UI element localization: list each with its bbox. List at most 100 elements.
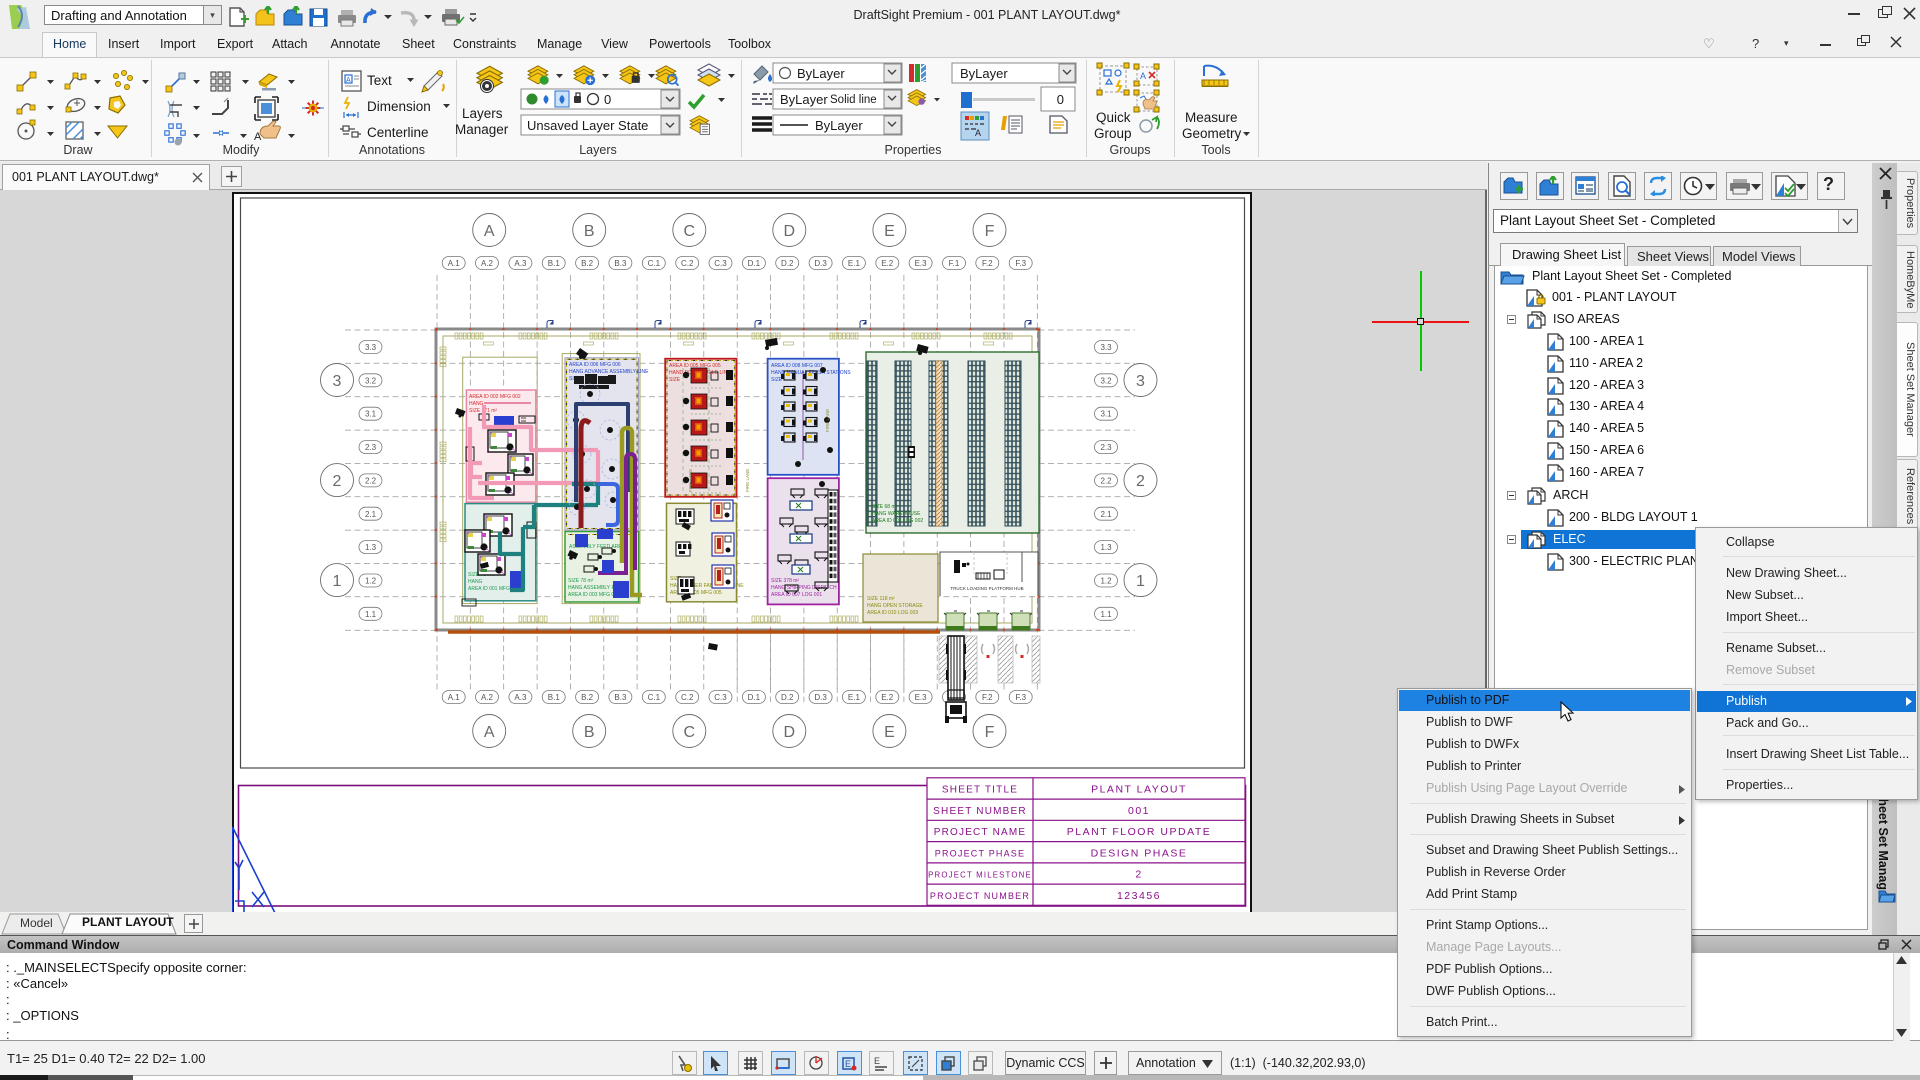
svg-text:E.2: E.2 <box>881 693 894 702</box>
svg-text:C.3: C.3 <box>714 259 727 268</box>
svg-text:HANG ADVANCE ASSEMBLY LINE: HANG ADVANCE ASSEMBLY LINE <box>569 369 649 375</box>
svg-text:C.1: C.1 <box>648 259 661 268</box>
svg-text:B: B <box>584 223 595 240</box>
svg-text:SIZE 118 m²: SIZE 118 m² <box>867 596 895 602</box>
svg-text:A.1: A.1 <box>448 693 461 702</box>
svg-text:1: 1 <box>1136 573 1145 590</box>
svg-text:3: 3 <box>1136 373 1145 390</box>
svg-text:TRUCK LOADING PLATFORM HUB: TRUCK LOADING PLATFORM HUB <box>950 586 1023 591</box>
svg-text:Manager: Manager <box>455 122 509 137</box>
svg-text:A: A <box>1140 71 1146 81</box>
svg-text:AREA ID 007 LOG 001: AREA ID 007 LOG 001 <box>771 592 822 598</box>
svg-text:ByLayer: ByLayer <box>815 118 863 133</box>
svg-text:3.3: 3.3 <box>1100 343 1112 352</box>
svg-text:A.1: A.1 <box>448 259 461 268</box>
svg-text:SIZE: SIZE <box>669 377 681 383</box>
svg-text:123456: 123456 <box>1117 890 1161 902</box>
svg-text:1.2: 1.2 <box>1100 577 1112 586</box>
svg-text:E.3: E.3 <box>915 693 928 702</box>
svg-text:D.2: D.2 <box>781 693 794 702</box>
svg-text:E.2: E.2 <box>881 259 894 268</box>
svg-text:ByLayer: ByLayer <box>780 92 828 107</box>
svg-text:D.1: D.1 <box>748 693 761 702</box>
svg-text:E: E <box>845 1059 851 1069</box>
svg-text:C.2: C.2 <box>681 693 694 702</box>
svg-text:0: 0 <box>1057 92 1064 107</box>
svg-text:A.3: A.3 <box>514 259 527 268</box>
svg-text:D.2: D.2 <box>781 259 794 268</box>
svg-text:1.1: 1.1 <box>1100 610 1112 619</box>
svg-text:AREA ID 002 MFG 002: AREA ID 002 MFG 002 <box>469 394 521 400</box>
svg-text:B.3: B.3 <box>614 259 627 268</box>
svg-text:AREA ID 003 MFG 003: AREA ID 003 MFG 003 <box>568 592 620 598</box>
svg-text:2.2: 2.2 <box>365 476 377 485</box>
svg-text:PLANT FLOOR UPDATE: PLANT FLOOR UPDATE <box>1067 826 1211 838</box>
svg-text:3.2: 3.2 <box>365 376 377 385</box>
svg-text:F: F <box>985 223 995 240</box>
svg-text:Text: Text <box>367 73 392 88</box>
svg-text:Dimension: Dimension <box>367 99 431 114</box>
svg-text:3.1: 3.1 <box>365 410 377 419</box>
svg-text:ByLayer: ByLayer <box>960 66 1008 81</box>
svg-text:E: E <box>884 223 895 240</box>
svg-text:HANG: HANG <box>468 579 483 585</box>
svg-text:C: C <box>684 223 696 240</box>
svg-text:B.1: B.1 <box>548 259 561 268</box>
svg-text:3: 3 <box>333 373 342 390</box>
svg-text:F.3: F.3 <box>1015 693 1026 702</box>
svg-text:PROJECT MILESTONE: PROJECT MILESTONE <box>928 871 1032 880</box>
svg-text:Solid line: Solid line <box>830 94 877 106</box>
svg-text:E.3: E.3 <box>915 259 928 268</box>
svg-text:AREA ID 009 LOG 002: AREA ID 009 LOG 002 <box>872 518 923 524</box>
svg-text:C.3: C.3 <box>714 693 727 702</box>
svg-text:C.1: C.1 <box>648 693 661 702</box>
svg-text:D: D <box>784 724 796 741</box>
svg-text:F.2: F.2 <box>982 693 993 702</box>
svg-text:Measure: Measure <box>1185 110 1238 125</box>
svg-text:Group: Group <box>1094 126 1132 141</box>
svg-text:3.2: 3.2 <box>1100 376 1112 385</box>
svg-text:2: 2 <box>1135 869 1142 881</box>
svg-text:A.3: A.3 <box>514 693 527 702</box>
svg-text:A.2: A.2 <box>481 693 494 702</box>
svg-text:B.1: B.1 <box>548 693 561 702</box>
svg-text:C.2: C.2 <box>681 259 694 268</box>
svg-text:B.2: B.2 <box>581 693 594 702</box>
svg-text:E.1: E.1 <box>848 693 861 702</box>
svg-text:D: D <box>784 223 796 240</box>
svg-text:SIZE 68 m²: SIZE 68 m² <box>872 504 898 510</box>
svg-text:F.3: F.3 <box>1015 259 1026 268</box>
svg-text:PROJECT PHASE: PROJECT PHASE <box>935 848 1025 858</box>
svg-text:PLANT LAYOUT: PLANT LAYOUT <box>1091 784 1187 796</box>
svg-text:SHEET TITLE: SHEET TITLE <box>942 785 1018 796</box>
svg-text:AREA ID 006 MFG 006: AREA ID 006 MFG 006 <box>569 362 621 368</box>
svg-text:2.3: 2.3 <box>365 443 377 452</box>
svg-text:SIZE 378 m²: SIZE 378 m² <box>771 578 799 584</box>
svg-text:1: 1 <box>333 573 342 590</box>
svg-text:HANG WAREHOUSE: HANG WAREHOUSE <box>872 511 921 517</box>
svg-text:F: F <box>985 724 995 741</box>
svg-text:001: 001 <box>1128 805 1150 817</box>
svg-text:Layers: Layers <box>462 106 503 121</box>
svg-text:2: 2 <box>1136 473 1145 490</box>
svg-text:A: A <box>254 131 262 143</box>
svg-text:SHEET NUMBER: SHEET NUMBER <box>933 806 1027 817</box>
svg-text:Quick: Quick <box>1096 110 1131 125</box>
svg-text:Unsaved Layer State: Unsaved Layer State <box>527 118 648 133</box>
svg-text:FIRE LANE: FIRE LANE <box>745 469 750 492</box>
svg-text:0: 0 <box>604 92 611 107</box>
svg-text:1.3: 1.3 <box>1100 543 1112 552</box>
svg-text:HANG: HANG <box>469 401 484 407</box>
svg-text:ByLayer: ByLayer <box>797 66 845 81</box>
svg-text:2.1: 2.1 <box>1100 510 1112 519</box>
svg-text:B: B <box>584 724 595 741</box>
svg-text:B.3: B.3 <box>614 693 627 702</box>
svg-text:Geometry: Geometry <box>1182 126 1242 141</box>
svg-text:1.3: 1.3 <box>365 543 377 552</box>
svg-text:3.1: 3.1 <box>1100 410 1112 419</box>
svg-text:SIZE 78 m²: SIZE 78 m² <box>568 578 594 584</box>
svg-text:3.3: 3.3 <box>365 343 377 352</box>
svg-text:E.1: E.1 <box>848 259 861 268</box>
svg-text:PROJECT NAME: PROJECT NAME <box>934 827 1027 838</box>
svg-text:B.2: B.2 <box>581 259 594 268</box>
